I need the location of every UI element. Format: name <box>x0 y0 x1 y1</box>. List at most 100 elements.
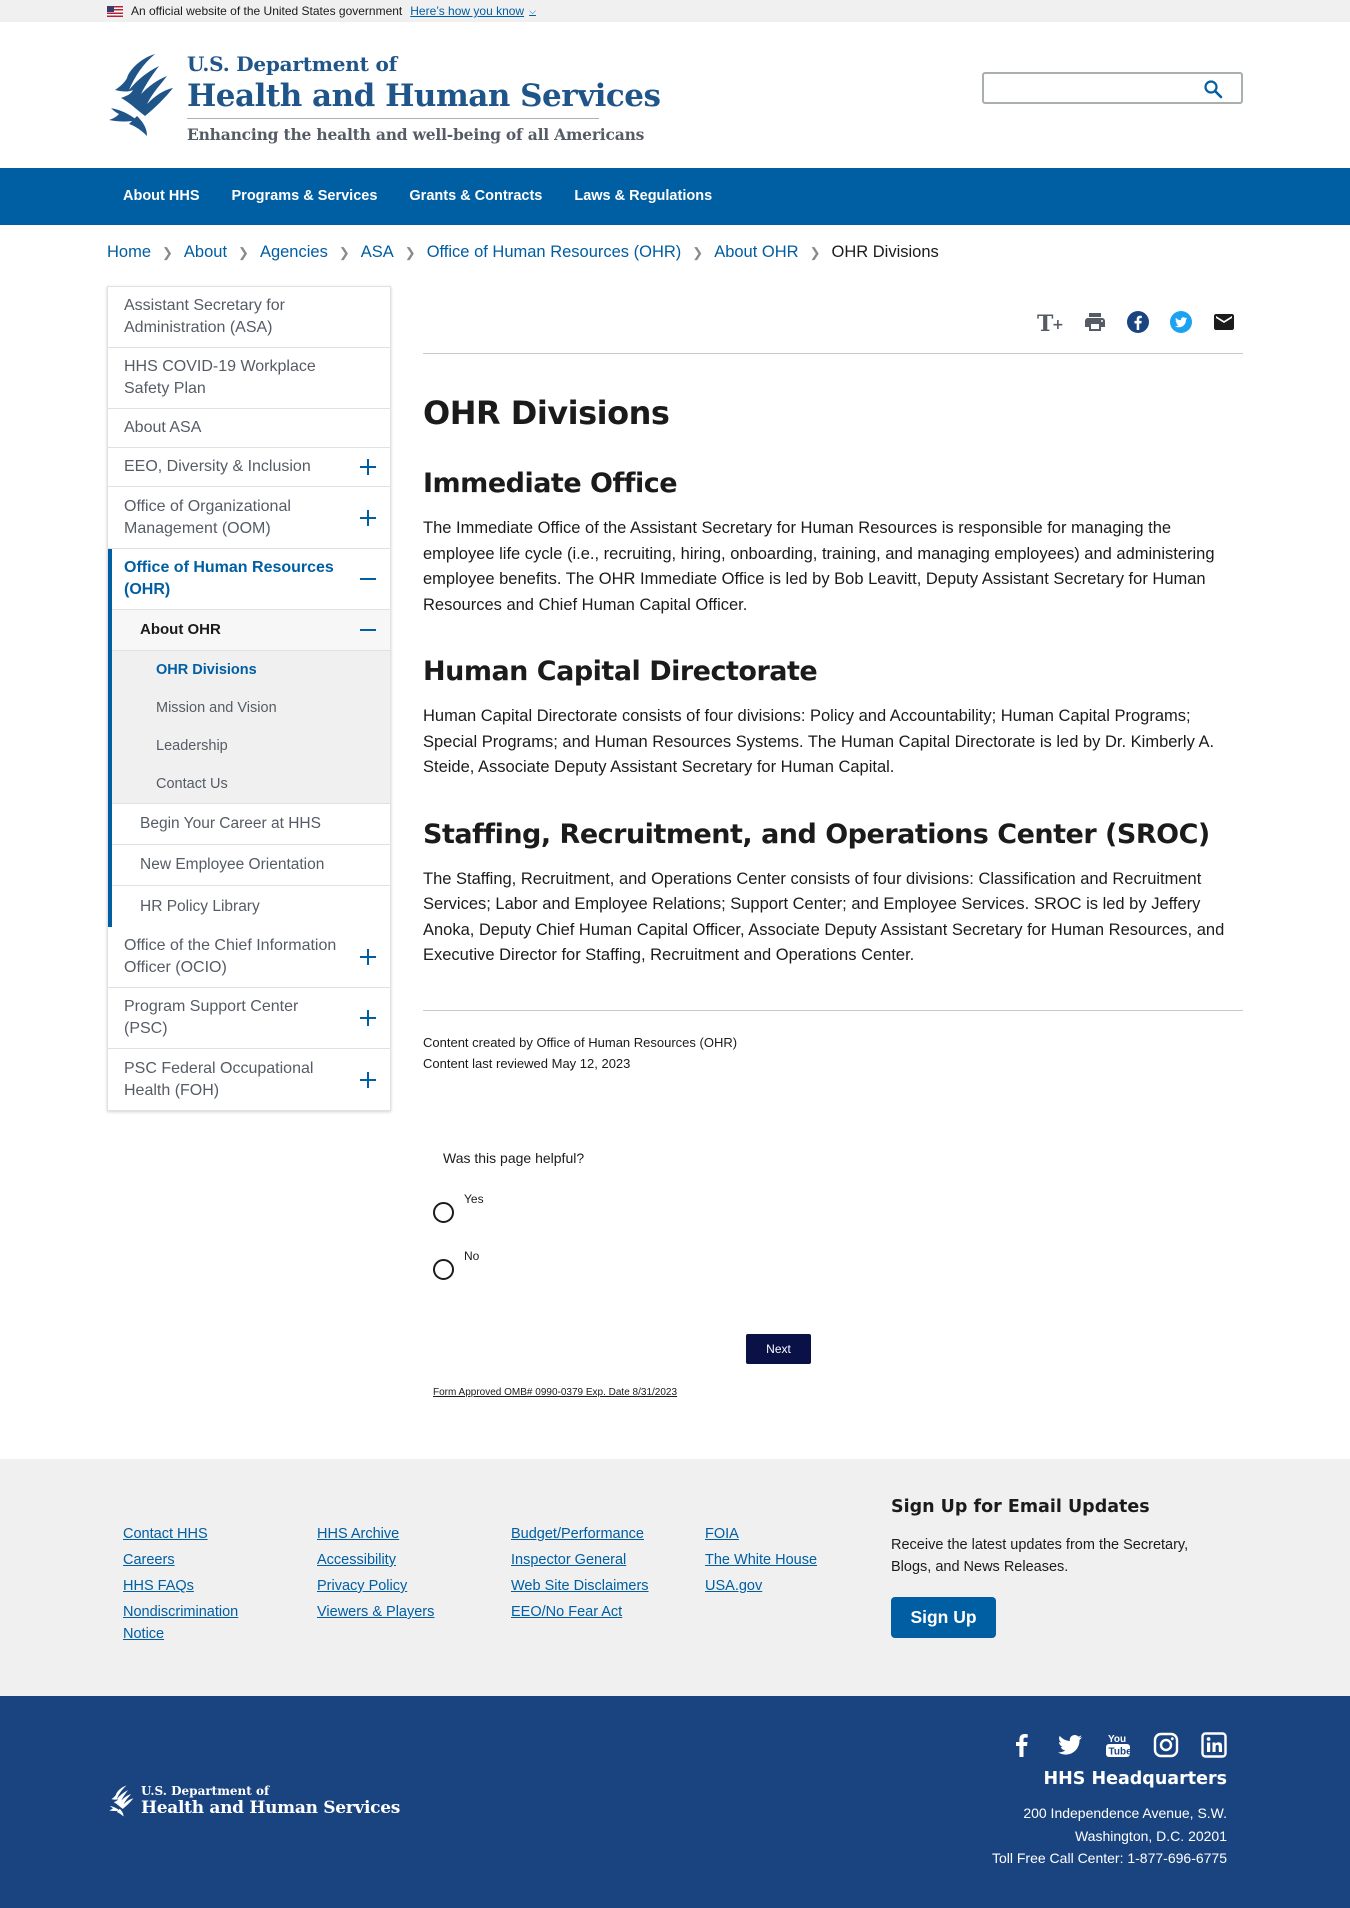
main-nav: About HHS Programs & Services Grants & C… <box>0 168 1350 225</box>
footer-link[interactable]: Accessibility <box>317 1547 434 1573</box>
email-icon[interactable] <box>1212 310 1236 334</box>
breadcrumb-agencies[interactable]: Agencies <box>260 243 328 262</box>
footer-link[interactable]: Inspector General <box>511 1547 649 1573</box>
sidebar-item-career[interactable]: Begin Your Career at HHS <box>112 804 390 845</box>
breadcrumb: Home ❯ About ❯ Agencies ❯ ASA ❯ Office o… <box>107 243 939 262</box>
search-input[interactable] <box>982 72 1243 104</box>
no-radio[interactable] <box>433 1259 454 1280</box>
footer-link[interactable]: Careers <box>123 1547 243 1573</box>
breadcrumb-asa[interactable]: ASA <box>361 243 394 262</box>
print-icon[interactable] <box>1083 310 1107 334</box>
content-meta: Content created by Office of Human Resou… <box>423 1032 1243 1074</box>
heres-how-you-know-link[interactable]: Here’s how you know ⌵ <box>410 4 536 18</box>
no-label[interactable]: No <box>464 1249 479 1263</box>
expand-plus-icon[interactable] <box>360 949 376 965</box>
footer-link[interactable]: Contact HHS <box>123 1521 243 1547</box>
footer-link[interactable]: The White House <box>705 1547 817 1573</box>
footer-link[interactable]: Viewers & Players <box>317 1599 434 1625</box>
logo-line2: Health and Human Services <box>187 78 661 114</box>
section-body: Human Capital Directorate consists of fo… <box>423 707 1215 776</box>
logo-tagline: Enhancing the health and well-being of a… <box>187 125 645 144</box>
footer-col-2: HHS Archive Accessibility Privacy Policy… <box>317 1521 434 1625</box>
signup-button[interactable]: Sign Up <box>891 1597 996 1638</box>
hq-title: HHS Headquarters <box>1043 1769 1227 1789</box>
banner-text: An official website of the United States… <box>131 4 403 18</box>
sidebar-item-foh[interactable]: PSC Federal Occupational Health (FOH) <box>108 1049 390 1110</box>
expand-plus-icon[interactable] <box>360 509 376 526</box>
footer-link[interactable]: FOIA <box>705 1521 817 1547</box>
nav-laws-regulations[interactable]: Laws & Regulations <box>558 168 728 225</box>
text-size-icon[interactable]: T + <box>1037 310 1065 334</box>
sidebar-item-psc[interactable]: Program Support Center (PSC) <box>108 988 390 1049</box>
yes-radio[interactable] <box>433 1202 454 1223</box>
feedback-option-no[interactable]: No <box>423 1249 843 1280</box>
expand-plus-icon[interactable] <box>360 459 376 475</box>
main-content: T + OHR Divisions Immediate Office The I… <box>423 286 1243 1074</box>
facebook-icon[interactable] <box>1126 310 1150 334</box>
collapse-minus-icon[interactable] <box>360 571 376 587</box>
breadcrumb-home[interactable]: Home <box>107 243 151 262</box>
hhs-logo[interactable]: U.S. Department of Health and Human Serv… <box>107 50 661 144</box>
chevron-right-icon: ❯ <box>238 244 249 260</box>
sidebar-item-label: PSC Federal Occupational Health (FOH) <box>124 1059 314 1099</box>
banner-link-label[interactable]: Here’s how you know <box>410 4 524 18</box>
sidebar-item-label: EEO, Diversity & Inclusion <box>124 458 311 475</box>
sidebar-item-label: Mission and Vision <box>156 700 277 716</box>
expand-plus-icon[interactable] <box>360 1010 376 1026</box>
footer-link[interactable]: Privacy Policy <box>317 1573 434 1599</box>
breadcrumb-about[interactable]: About <box>184 243 227 262</box>
footer-link[interactable]: HHS FAQs <box>123 1573 243 1599</box>
sidebar-level3-list: OHR Divisions Mission and Vision Leaders… <box>112 651 390 804</box>
sidebar-item-hr-policy[interactable]: HR Policy Library <box>112 886 390 927</box>
chevron-down-icon: ⌵ <box>529 5 536 16</box>
sidebar-item-label: New Employee Orientation <box>140 856 325 873</box>
search-icon[interactable] <box>1203 79 1223 99</box>
linkedin-icon[interactable] <box>1201 1732 1227 1758</box>
sidebar-item-ocio[interactable]: Office of the Chief Information Officer … <box>108 927 390 988</box>
sidebar-item-ohr-divisions[interactable]: OHR Divisions <box>112 651 390 689</box>
footer-link[interactable]: USA.gov <box>705 1573 817 1599</box>
sidebar-item-mission[interactable]: Mission and Vision <box>112 689 390 727</box>
collapse-minus-icon[interactable] <box>360 622 376 638</box>
sidebar-item-covid[interactable]: HHS COVID-19 Workplace Safety Plan <box>108 348 390 409</box>
facebook-icon[interactable] <box>1009 1732 1035 1758</box>
twitter-icon[interactable] <box>1169 310 1193 334</box>
sidebar-item-leadership[interactable]: Leadership <box>112 727 390 765</box>
breadcrumb-ohr[interactable]: Office of Human Resources (OHR) <box>427 243 682 262</box>
gov-banner: An official website of the United States… <box>0 0 1350 22</box>
sidebar-item-about-asa[interactable]: About ASA <box>108 409 390 448</box>
footer-link[interactable]: EEO/No Fear Act <box>511 1599 649 1625</box>
sidebar-item-ohr[interactable]: Office of Human Resources (OHR) <box>112 549 390 610</box>
sidebar-item-about-ohr[interactable]: About OHR <box>112 610 390 651</box>
nav-programs-services[interactable]: Programs & Services <box>216 168 394 225</box>
footer-hhs-logo[interactable]: U.S. Department of Health and Human Serv… <box>107 1784 400 1818</box>
youtube-icon[interactable]: You Tube <box>1105 1732 1131 1758</box>
breadcrumb-about-ohr[interactable]: About OHR <box>714 243 798 262</box>
footer-link[interactable]: Web Site Disclaimers <box>511 1573 649 1599</box>
sidebar-item-asa[interactable]: Assistant Secretary for Administration (… <box>108 287 390 348</box>
nav-about-hhs[interactable]: About HHS <box>107 168 216 225</box>
sidebar-active-group: Office of Human Resources (OHR) About OH… <box>108 549 390 927</box>
expand-plus-icon[interactable] <box>360 1071 376 1088</box>
sidebar-item-label: Leadership <box>156 738 228 754</box>
yes-label[interactable]: Yes <box>464 1192 484 1206</box>
email-signup: Sign Up for Email Updates Receive the la… <box>891 1497 1231 1638</box>
footer-link[interactable]: Nondiscrimination Notice <box>123 1601 243 1645</box>
footer-logo-line1: U.S. Department of <box>141 1784 270 1798</box>
sidebar-item-contact-us[interactable]: Contact Us <box>112 765 390 803</box>
next-button[interactable]: Next <box>746 1334 811 1364</box>
sidebar-item-oom[interactable]: Office of Organizational Management (OOM… <box>108 487 390 549</box>
omb-link[interactable]: Form Approved OMB# 0990-0379 Exp. Date 8… <box>433 1387 677 1398</box>
feedback-option-yes[interactable]: Yes <box>423 1192 843 1223</box>
instagram-icon[interactable] <box>1153 1732 1179 1758</box>
twitter-icon[interactable] <box>1057 1732 1083 1758</box>
page-title: OHR Divisions <box>423 394 670 432</box>
footer-link[interactable]: HHS Archive <box>317 1521 434 1547</box>
nav-grants-contracts[interactable]: Grants & Contracts <box>393 168 558 225</box>
sidebar-item-eeo[interactable]: EEO, Diversity & Inclusion <box>108 448 390 487</box>
svg-text:You: You <box>1108 1734 1126 1745</box>
sidebar-item-label: Contact Us <box>156 776 228 792</box>
footer-link[interactable]: Budget/Performance <box>511 1521 649 1547</box>
sidebar-item-label: Program Support Center (PSC) <box>124 998 299 1037</box>
sidebar-item-orientation[interactable]: New Employee Orientation <box>112 845 390 886</box>
